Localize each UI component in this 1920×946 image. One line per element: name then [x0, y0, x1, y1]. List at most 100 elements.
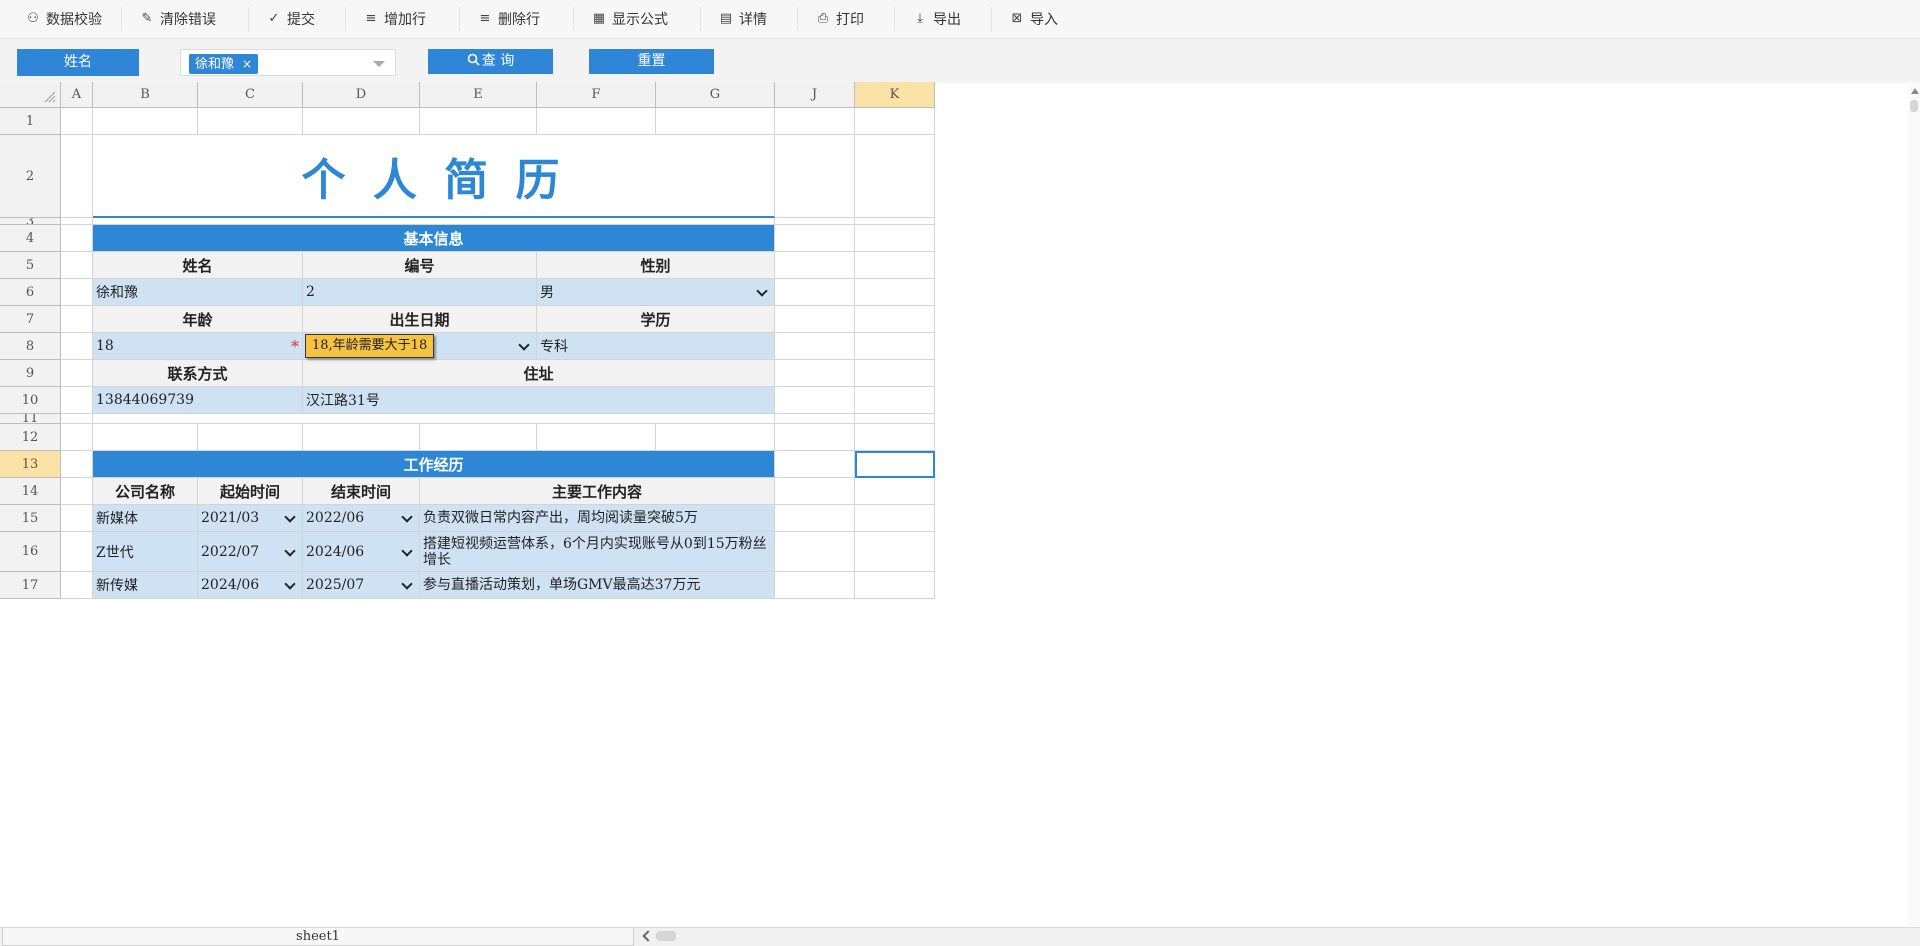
cell-a3[interactable]	[61, 218, 93, 225]
work-end-select[interactable]: 2024/06	[303, 532, 420, 572]
work-end-select[interactable]: 2025/07	[303, 572, 420, 599]
cell-a10[interactable]	[61, 387, 93, 414]
cell-a1[interactable]	[61, 108, 93, 135]
work-content[interactable]: 参与直播活动策划，单场GMV最高达37万元	[420, 572, 775, 599]
cell-j9[interactable]	[775, 360, 855, 387]
print-button[interactable]: ⎙ 打印	[806, 7, 895, 31]
row-header-3[interactable]: 3	[0, 218, 61, 225]
address-value[interactable]: 汉江路31号	[303, 387, 775, 414]
cell-j16[interactable]	[775, 532, 855, 572]
work-content[interactable]: 搭建短视频运营体系，6个月内实现账号从0到15万粉丝增长	[420, 532, 775, 572]
cell-j14[interactable]	[775, 478, 855, 505]
work-start-select[interactable]: 2024/06	[198, 572, 303, 599]
cell-c12[interactable]	[198, 424, 303, 451]
column-header-a[interactable]: A	[61, 82, 93, 108]
row11-spacer[interactable]	[93, 414, 775, 424]
cell-k16[interactable]	[855, 532, 935, 572]
cell-d12[interactable]	[303, 424, 420, 451]
cell-a17[interactable]	[61, 572, 93, 599]
cell-j10[interactable]	[775, 387, 855, 414]
close-icon[interactable]: ×	[242, 57, 252, 71]
cell-k3[interactable]	[855, 218, 935, 225]
cell-j2[interactable]	[775, 135, 855, 218]
row-header-17[interactable]: 17	[0, 572, 61, 599]
clear-errors-button[interactable]: ✎ 清除错误	[130, 7, 249, 31]
row3-spacer[interactable]	[93, 218, 775, 225]
cell-a16[interactable]	[61, 532, 93, 572]
chevron-down-icon[interactable]	[401, 578, 413, 590]
column-header-g[interactable]: G	[656, 82, 775, 108]
cell-j3[interactable]	[775, 218, 855, 225]
work-company[interactable]: Z世代	[93, 532, 198, 572]
cell-a12[interactable]	[61, 424, 93, 451]
cell-j8[interactable]	[775, 333, 855, 360]
sheet-tab-sheet1[interactable]: sheet1	[2, 928, 634, 946]
export-button[interactable]: ⤓ 导出	[903, 7, 992, 31]
column-header-f[interactable]: F	[537, 82, 656, 108]
row-header-8[interactable]: 8	[0, 333, 61, 360]
row-header-7[interactable]: 7	[0, 306, 61, 333]
cell-k9[interactable]	[855, 360, 935, 387]
cell-a9[interactable]	[61, 360, 93, 387]
cell-k11[interactable]	[855, 414, 935, 424]
work-content[interactable]: 负责双微日常内容产出，周均阅读量突破5万	[420, 505, 775, 532]
cell-k15[interactable]	[855, 505, 935, 532]
select-all-corner[interactable]	[0, 82, 61, 108]
cell-e12[interactable]	[420, 424, 537, 451]
horizontal-scroll-thumb[interactable]	[656, 931, 676, 941]
cell-a5[interactable]	[61, 252, 93, 279]
name-select[interactable]: 徐和豫 ×	[180, 49, 396, 76]
cell-k4[interactable]	[855, 225, 935, 252]
scroll-left-icon[interactable]	[642, 930, 654, 942]
cell-k5[interactable]	[855, 252, 935, 279]
row-header-12[interactable]: 12	[0, 424, 61, 451]
cell-k12[interactable]	[855, 424, 935, 451]
column-header-k[interactable]: K	[855, 82, 935, 108]
cell-a4[interactable]	[61, 225, 93, 252]
cell-a14[interactable]	[61, 478, 93, 505]
cell-d1[interactable]	[303, 108, 420, 135]
work-end-select[interactable]: 2022/06	[303, 505, 420, 532]
cell-j4[interactable]	[775, 225, 855, 252]
cell-g12[interactable]	[656, 424, 775, 451]
add-row-button[interactable]: ≡ 增加行	[354, 7, 460, 31]
cell-a6[interactable]	[61, 279, 93, 306]
cell-f1[interactable]	[537, 108, 656, 135]
chevron-down-icon[interactable]	[756, 285, 768, 297]
chevron-down-icon[interactable]	[373, 61, 385, 67]
row-header-15[interactable]: 15	[0, 505, 61, 532]
cell-b1[interactable]	[93, 108, 198, 135]
cell-a15[interactable]	[61, 505, 93, 532]
chevron-down-icon[interactable]	[518, 339, 530, 351]
column-header-c[interactable]: C	[198, 82, 303, 108]
cell-e1[interactable]	[420, 108, 537, 135]
column-header-j[interactable]: J	[775, 82, 855, 108]
cell-j13[interactable]	[775, 451, 855, 478]
name-value[interactable]: 徐和豫	[93, 279, 303, 306]
row-header-6[interactable]: 6	[0, 279, 61, 306]
cell-j17[interactable]	[775, 572, 855, 599]
submit-button[interactable]: ✓ 提交	[257, 7, 346, 31]
cell-k14[interactable]	[855, 478, 935, 505]
age-value[interactable]: 18 *	[93, 333, 303, 360]
query-button[interactable]: 查 询	[428, 49, 553, 74]
work-start-select[interactable]: 2021/03	[198, 505, 303, 532]
cell-k17[interactable]	[855, 572, 935, 599]
cell-g1[interactable]	[656, 108, 775, 135]
cell-j12[interactable]	[775, 424, 855, 451]
cell-b12[interactable]	[93, 424, 198, 451]
cell-a11[interactable]	[61, 414, 93, 424]
row-header-13[interactable]: 13	[0, 451, 61, 478]
cell-j5[interactable]	[775, 252, 855, 279]
row-header-5[interactable]: 5	[0, 252, 61, 279]
row-header-9[interactable]: 9	[0, 360, 61, 387]
education-value[interactable]: 专科	[537, 333, 775, 360]
work-start-select[interactable]: 2022/07	[198, 532, 303, 572]
vertical-scroll-thumb[interactable]	[1910, 100, 1918, 112]
row-header-2[interactable]: 2	[0, 135, 61, 218]
reset-button[interactable]: 重置	[589, 49, 714, 74]
work-company[interactable]: 新媒体	[93, 505, 198, 532]
column-header-d[interactable]: D	[303, 82, 420, 108]
cell-a8[interactable]	[61, 333, 93, 360]
cell-a2[interactable]	[61, 135, 93, 218]
